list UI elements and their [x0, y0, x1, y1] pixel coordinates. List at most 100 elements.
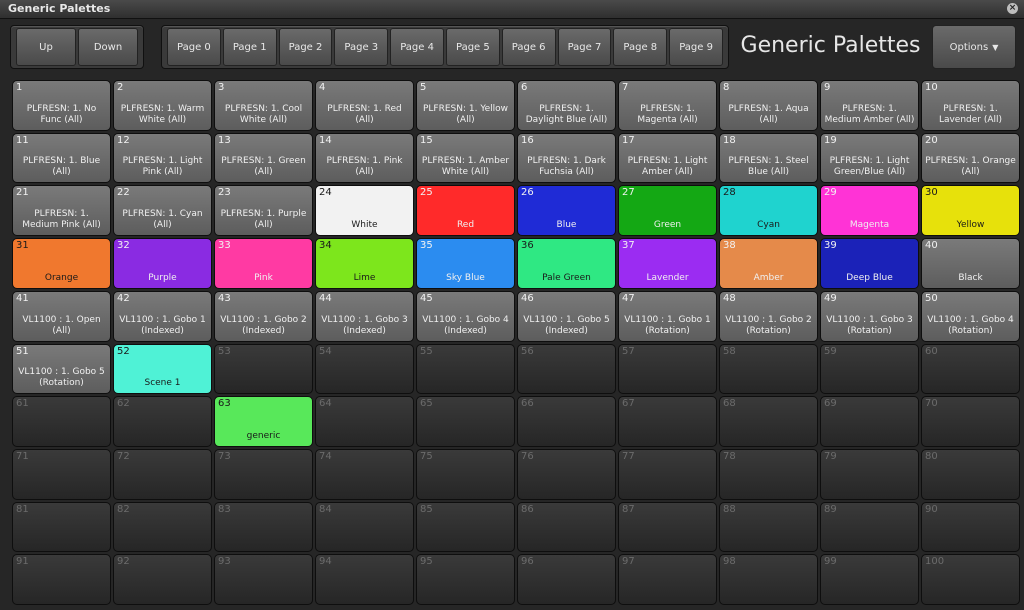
- palette-cell[interactable]: 4 PLFRESN: 1. Red (All): [315, 80, 414, 131]
- palette-cell[interactable]: 5 PLFRESN: 1. Yellow (All): [416, 80, 515, 131]
- palette-cell[interactable]: 18 PLFRESN: 1. Steel Blue (All): [719, 132, 818, 184]
- palette-cell[interactable]: 29 Magenta: [820, 185, 919, 237]
- palette-cell[interactable]: 46 VL1100 : 1. Gobo 5 (Indexed): [517, 290, 616, 342]
- palette-cell[interactable]: 7 PLFRESN: 1. Magenta (All): [618, 80, 717, 131]
- palette-cell[interactable]: 3 PLFRESN: 1. Cool White (All): [214, 80, 313, 131]
- palette-cell[interactable]: 67: [618, 396, 717, 447]
- palette-cell[interactable]: 8 PLFRESN: 1. Aqua (All): [719, 80, 818, 131]
- close-icon[interactable]: ×: [1007, 3, 1018, 14]
- palette-cell[interactable]: 89: [820, 501, 919, 553]
- page-0-button[interactable]: Page 0: [167, 28, 221, 66]
- up-button[interactable]: Up: [16, 28, 76, 66]
- palette-cell[interactable]: 43 VL1100 : 1. Gobo 2 (Indexed): [214, 290, 313, 342]
- palette-cell[interactable]: 55: [416, 343, 515, 395]
- palette-cell[interactable]: 86: [517, 501, 616, 553]
- palette-cell[interactable]: 75: [416, 448, 515, 500]
- palette-cell[interactable]: 78: [719, 448, 818, 500]
- palette-cell[interactable]: 60: [921, 343, 1020, 395]
- palette-cell[interactable]: 99: [820, 554, 919, 605]
- palette-cell[interactable]: 54: [315, 343, 414, 395]
- palette-cell[interactable]: 58: [719, 343, 818, 395]
- palette-cell[interactable]: 96: [517, 554, 616, 605]
- palette-cell[interactable]: 30 Yellow: [921, 185, 1020, 237]
- palette-cell[interactable]: 83: [214, 501, 313, 553]
- palette-cell[interactable]: 22 PLFRESN: 1. Cyan (All): [113, 185, 212, 237]
- palette-cell[interactable]: 41 VL1100 : 1. Open (All): [12, 290, 111, 342]
- palette-cell[interactable]: 68: [719, 396, 818, 447]
- palette-cell[interactable]: 48 VL1100 : 1. Gobo 2 (Rotation): [719, 290, 818, 342]
- palette-cell[interactable]: 95: [416, 554, 515, 605]
- palette-cell[interactable]: 35 Sky Blue: [416, 238, 515, 289]
- palette-cell[interactable]: 79: [820, 448, 919, 500]
- palette-cell[interactable]: 23 PLFRESN: 1. Purple (All): [214, 185, 313, 237]
- palette-cell[interactable]: 64: [315, 396, 414, 447]
- palette-cell[interactable]: 31 Orange: [12, 238, 111, 289]
- palette-cell[interactable]: 25 Red: [416, 185, 515, 237]
- palette-cell[interactable]: 94: [315, 554, 414, 605]
- palette-cell[interactable]: 33 Pink: [214, 238, 313, 289]
- palette-cell[interactable]: 20 PLFRESN: 1. Orange (All): [921, 132, 1020, 184]
- palette-cell[interactable]: 70: [921, 396, 1020, 447]
- palette-cell[interactable]: 6 PLFRESN: 1. Daylight Blue (All): [517, 80, 616, 131]
- page-4-button[interactable]: Page 4: [390, 28, 444, 66]
- palette-cell[interactable]: 66: [517, 396, 616, 447]
- palette-cell[interactable]: 14 PLFRESN: 1. Pink (All): [315, 132, 414, 184]
- page-9-button[interactable]: Page 9: [669, 28, 723, 66]
- palette-cell[interactable]: 85: [416, 501, 515, 553]
- page-3-button[interactable]: Page 3: [334, 28, 389, 66]
- palette-cell[interactable]: 76: [517, 448, 616, 500]
- palette-cell[interactable]: 38 Amber: [719, 238, 818, 289]
- palette-cell[interactable]: 44 VL1100 : 1. Gobo 3 (Indexed): [315, 290, 414, 342]
- palette-cell[interactable]: 1 PLFRESN: 1. No Func (All): [12, 80, 111, 131]
- palette-cell[interactable]: 16 PLFRESN: 1. Dark Fuchsia (All): [517, 132, 616, 184]
- palette-cell[interactable]: 73: [214, 448, 313, 500]
- palette-cell[interactable]: 10 PLFRESN: 1. Lavender (All): [921, 80, 1020, 131]
- page-6-button[interactable]: Page 6: [501, 28, 556, 66]
- palette-cell[interactable]: 42 VL1100 : 1. Gobo 1 (Indexed): [113, 290, 212, 342]
- palette-cell[interactable]: 91: [12, 554, 111, 605]
- palette-cell[interactable]: 74: [315, 448, 414, 500]
- page-7-button[interactable]: Page 7: [557, 28, 612, 66]
- palette-cell[interactable]: 56: [517, 343, 616, 395]
- palette-cell[interactable]: 26 Blue: [517, 185, 616, 237]
- page-8-button[interactable]: Page 8: [613, 28, 668, 66]
- palette-cell[interactable]: 12 PLFRESN: 1. Light Pink (All): [113, 132, 212, 184]
- palette-cell[interactable]: 77: [618, 448, 717, 500]
- palette-cell[interactable]: 59: [820, 343, 919, 395]
- palette-cell[interactable]: 63 generic: [214, 396, 313, 447]
- palette-cell[interactable]: 53: [214, 343, 313, 395]
- palette-cell[interactable]: 36 Pale Green: [517, 238, 616, 289]
- palette-cell[interactable]: 19 PLFRESN: 1. Light Green/Blue (All): [820, 132, 919, 184]
- palette-cell[interactable]: 34 Lime: [315, 238, 414, 289]
- page-2-button[interactable]: Page 2: [278, 28, 333, 66]
- palette-cell[interactable]: 32 Purple: [113, 238, 212, 289]
- page-5-button[interactable]: Page 5: [445, 28, 500, 66]
- palette-cell[interactable]: 92: [113, 554, 212, 605]
- palette-cell[interactable]: 45 VL1100 : 1. Gobo 4 (Indexed): [416, 290, 515, 342]
- palette-cell[interactable]: 11 PLFRESN: 1. Blue (All): [12, 132, 111, 184]
- palette-cell[interactable]: 50 VL1100 : 1. Gobo 4 (Rotation): [921, 290, 1020, 342]
- palette-cell[interactable]: 93: [214, 554, 313, 605]
- palette-cell[interactable]: 98: [719, 554, 818, 605]
- palette-cell[interactable]: 57: [618, 343, 717, 395]
- palette-cell[interactable]: 80: [921, 448, 1020, 500]
- palette-cell[interactable]: 88: [719, 501, 818, 553]
- palette-cell[interactable]: 82: [113, 501, 212, 553]
- palette-cell[interactable]: 39 Deep Blue: [820, 238, 919, 289]
- palette-cell[interactable]: 87: [618, 501, 717, 553]
- palette-cell[interactable]: 9 PLFRESN: 1. Medium Amber (All): [820, 80, 919, 131]
- down-button[interactable]: Down: [78, 28, 138, 66]
- page-1-button[interactable]: Page 1: [222, 28, 277, 66]
- palette-cell[interactable]: 61: [12, 396, 111, 447]
- palette-cell[interactable]: 90: [921, 501, 1020, 553]
- palette-cell[interactable]: 62: [113, 396, 212, 447]
- palette-cell[interactable]: 17 PLFRESN: 1. Light Amber (All): [618, 132, 717, 184]
- palette-cell[interactable]: 27 Green: [618, 185, 717, 237]
- palette-cell[interactable]: 97: [618, 554, 717, 605]
- palette-cell[interactable]: 47 VL1100 : 1. Gobo 1 (Rotation): [618, 290, 717, 342]
- palette-cell[interactable]: 72: [113, 448, 212, 500]
- palette-cell[interactable]: 49 VL1100 : 1. Gobo 3 (Rotation): [820, 290, 919, 342]
- palette-cell[interactable]: 2 PLFRESN: 1. Warm White (All): [113, 80, 212, 131]
- palette-cell[interactable]: 21 PLFRESN: 1. Medium Pink (All): [12, 185, 111, 237]
- palette-cell[interactable]: 40 Black: [921, 238, 1020, 289]
